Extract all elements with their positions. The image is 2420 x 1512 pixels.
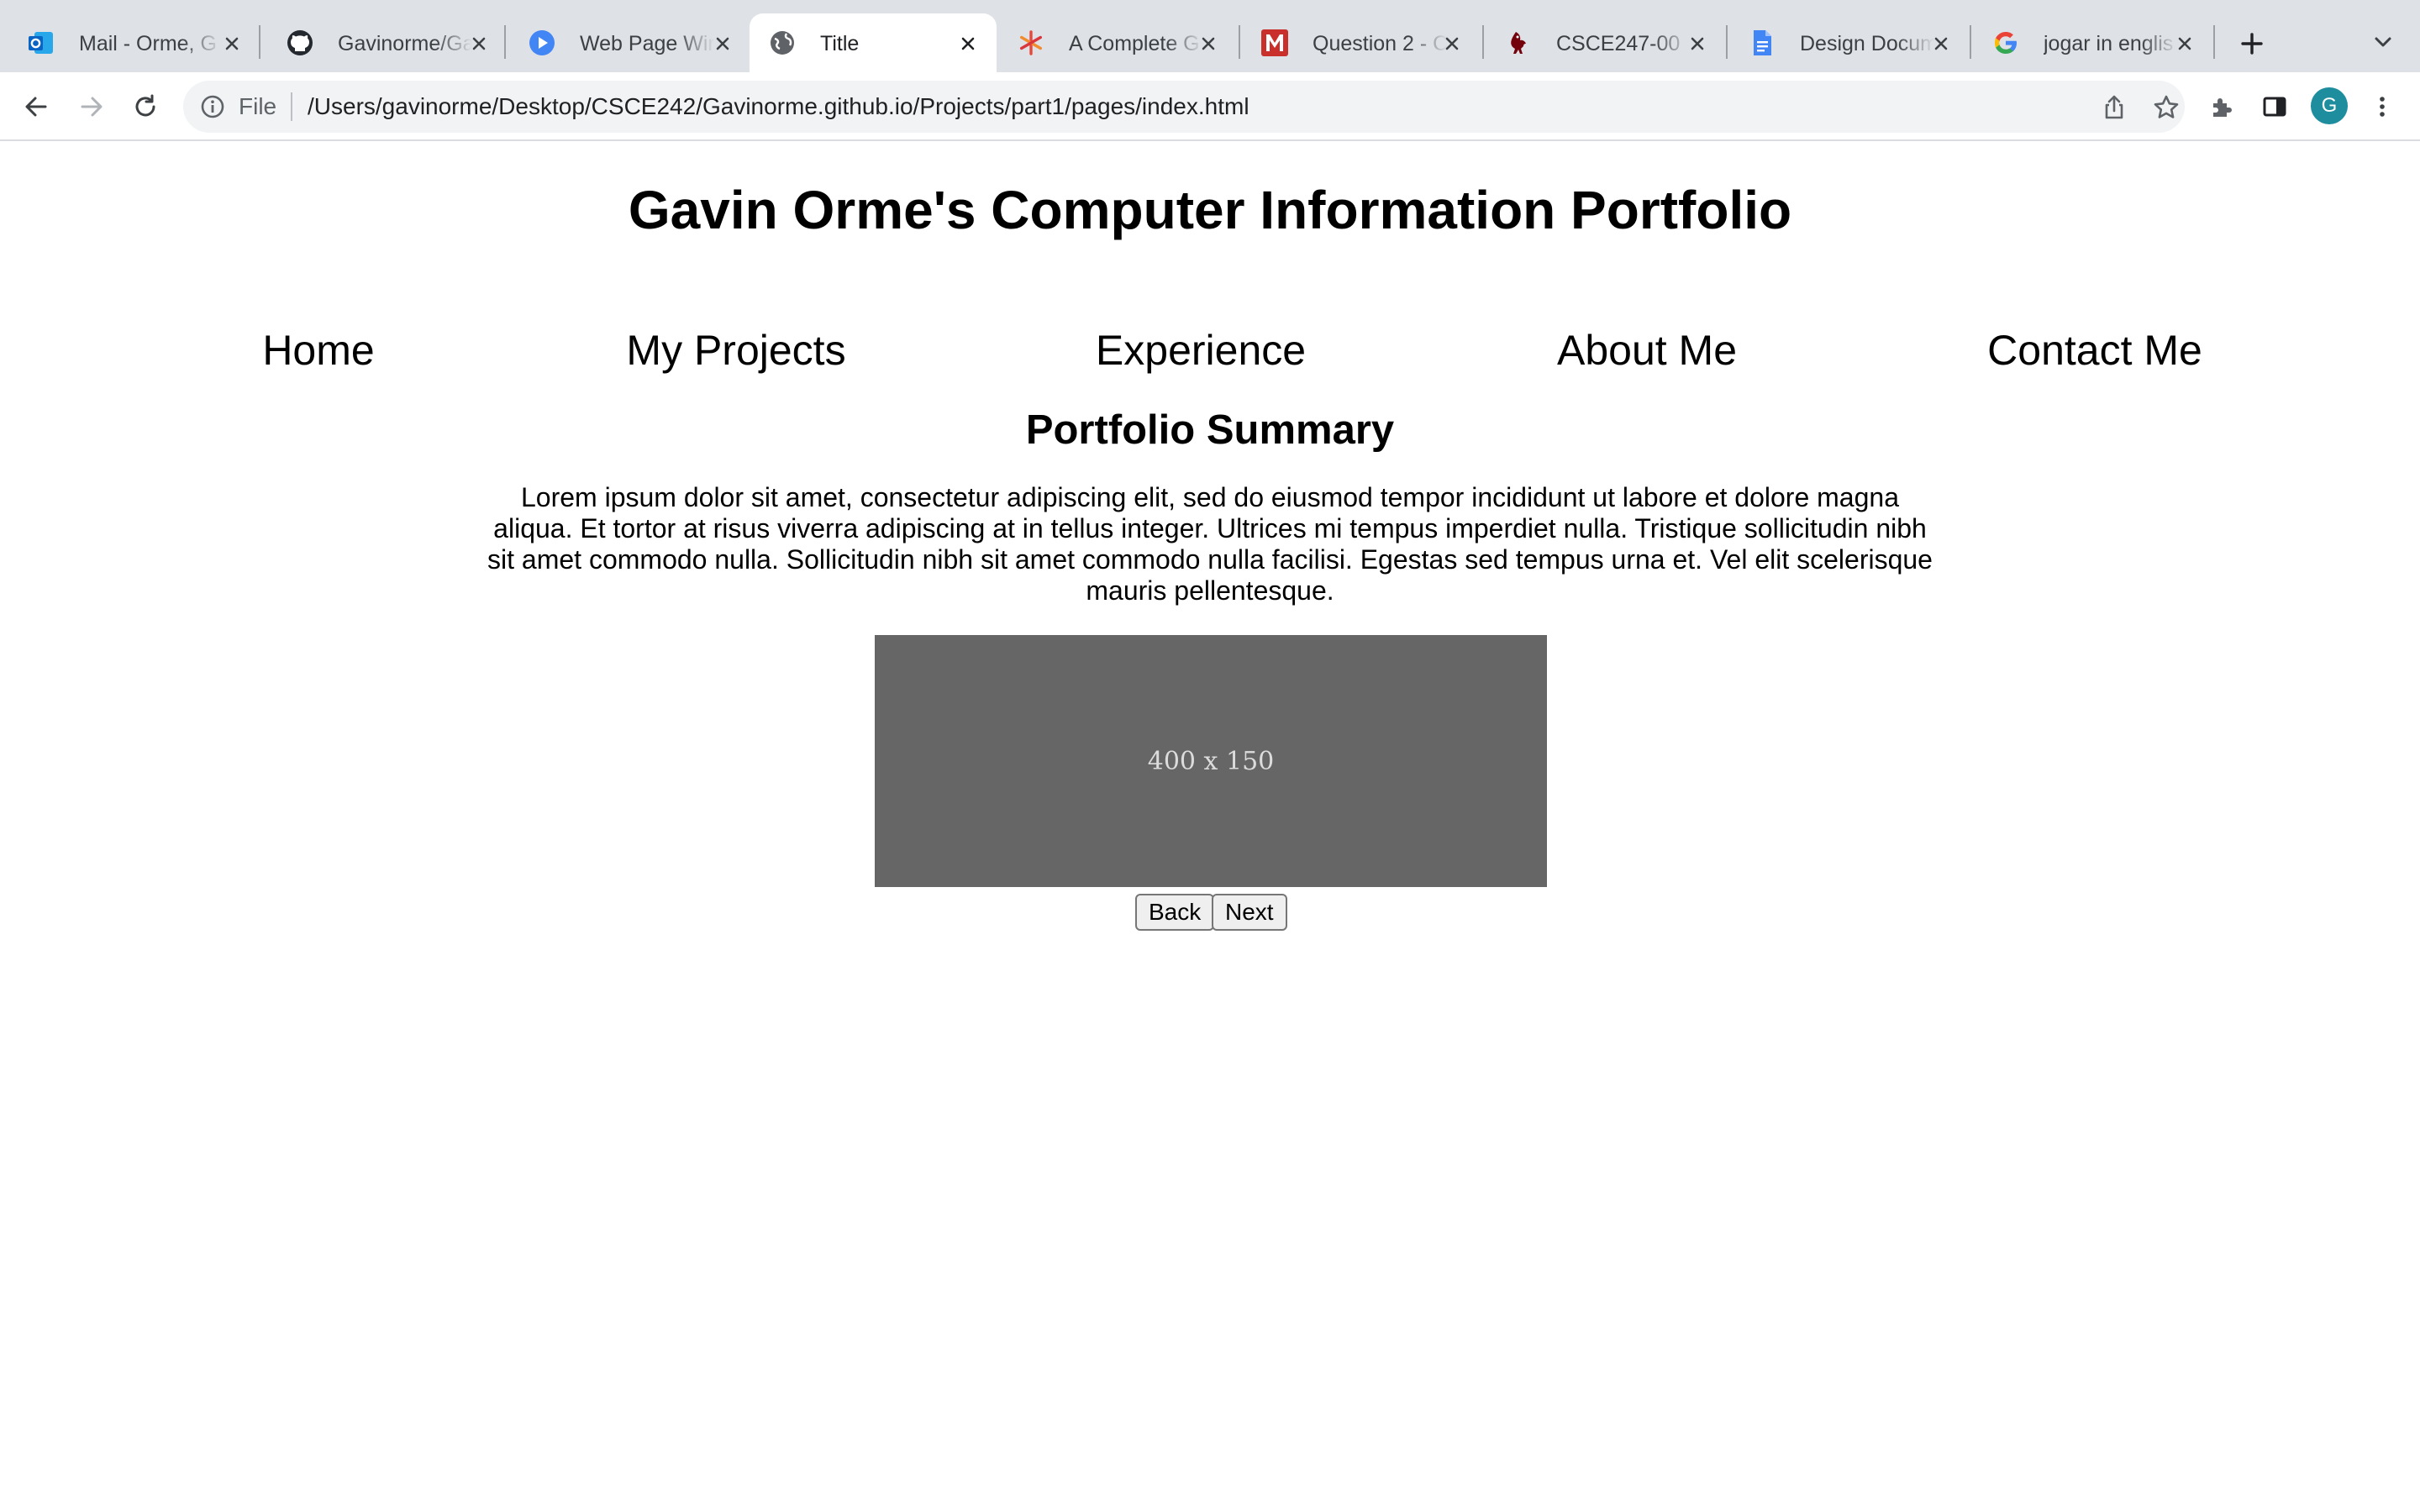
tab-csce247[interactable]: CSCE247-00 <box>1486 13 1724 72</box>
puzzle-icon <box>2213 98 2232 117</box>
tab-title: A Complete G <box>1069 32 1200 55</box>
tab-web-page[interactable]: Web Page Wir <box>509 13 748 72</box>
back-nav-button[interactable] <box>17 87 55 126</box>
tab-title: jogar in englis <box>2044 32 2174 55</box>
scheme-label: File <box>239 93 277 119</box>
tab-title: Gavinorme/Ga <box>338 32 472 55</box>
nav-link-home[interactable]: Home <box>262 321 374 380</box>
close-icon[interactable] <box>1684 30 1711 57</box>
close-icon[interactable] <box>2171 30 2198 57</box>
arrow-left-icon <box>25 97 47 117</box>
main-nav: Home My Projects Experience About Me Con… <box>0 321 2420 380</box>
tab-title: CSCE247-00 <box>1556 32 1681 55</box>
close-icon[interactable] <box>466 30 492 57</box>
tab-separator <box>1239 25 1240 59</box>
placeholder-label: 400 x 150 <box>1147 746 1275 776</box>
side-panel-button[interactable] <box>2255 87 2294 126</box>
github-icon <box>286 29 314 57</box>
side-panel-icon <box>2263 97 2286 117</box>
close-icon[interactable] <box>709 30 736 57</box>
tab-separator <box>1726 25 1728 59</box>
close-icon[interactable] <box>218 30 245 57</box>
menu-button[interactable] <box>2363 87 2402 126</box>
back-button[interactable]: Back <box>1135 894 1215 931</box>
info-icon[interactable] <box>198 92 227 121</box>
close-icon[interactable] <box>955 30 981 57</box>
address-bar[interactable]: File /Users/gavinorme/Desktop/CSCE242/Ga… <box>183 81 2185 133</box>
tab-mail[interactable]: Mail - Orme, G <box>8 13 250 72</box>
forward-nav-button[interactable] <box>72 87 111 126</box>
tab-separator <box>1970 25 1971 59</box>
section-title: Portfolio Summary <box>1025 407 1395 453</box>
nav-link-about-me[interactable]: About Me <box>1557 321 1737 380</box>
close-icon[interactable] <box>1439 30 1465 57</box>
new-tab-button[interactable] <box>2233 25 2270 62</box>
star-icon[interactable] <box>2151 92 2181 123</box>
play-icon <box>528 29 556 57</box>
nav-link-experience[interactable]: Experience <box>1096 321 1306 380</box>
plus-icon <box>2241 33 2263 55</box>
tab-title: Question 2 - C <box>1313 32 1447 55</box>
tab-title: Title <box>820 32 860 55</box>
tab-google-search[interactable]: jogar in englis <box>1973 13 2212 72</box>
gamecock-icon <box>1504 29 1533 57</box>
tab-design-doc[interactable]: Design Docum <box>1729 13 1968 72</box>
extensions-button[interactable] <box>2203 87 2242 126</box>
docs-icon <box>1748 29 1776 57</box>
browser-toolbar: File /Users/gavinorme/Desktop/CSCE242/Ga… <box>0 72 2420 141</box>
tab-separator <box>504 25 506 59</box>
m-logo-icon <box>1260 29 1289 57</box>
close-icon[interactable] <box>1195 30 1222 57</box>
url-text[interactable]: /Users/gavinorme/Desktop/CSCE242/Gavinor… <box>308 92 1249 121</box>
asterisk-icon <box>1017 29 1045 57</box>
avatar[interactable]: G <box>2311 87 2348 124</box>
tab-title-active[interactable]: Title <box>750 13 997 72</box>
outlook-icon <box>27 29 55 57</box>
tab-title: Mail - Orme, G <box>79 32 217 55</box>
tab-question-2[interactable]: Question 2 - C <box>1242 13 1481 72</box>
page-viewport: Gavin Orme's Computer Information Portfo… <box>0 143 2420 1512</box>
tab-title: Design Docum <box>1800 32 1934 55</box>
arrow-right-icon <box>81 97 103 117</box>
reload-button[interactable] <box>126 87 165 126</box>
share-icon[interactable] <box>2099 92 2129 123</box>
scheme-divider <box>291 92 292 121</box>
carousel-controls: Back Next <box>0 894 2420 931</box>
summary-paragraph: Lorem ipsum dolor sit amet, consectetur … <box>487 482 1933 606</box>
tab-title: Web Page Wir <box>580 32 714 55</box>
tab-strip: Mail - Orme, G Gavinorme/Ga Web Page Wir… <box>0 0 2420 72</box>
reload-icon <box>135 94 155 117</box>
image-placeholder: 400 x 150 <box>875 635 1547 887</box>
tab-complete-guide[interactable]: A Complete G <box>998 13 1237 72</box>
kebab-menu-icon <box>2380 97 2385 117</box>
globe-icon <box>768 29 797 57</box>
google-icon <box>1991 29 2020 57</box>
nav-link-my-projects[interactable]: My Projects <box>626 321 845 380</box>
page-title: Gavin Orme's Computer Information Portfo… <box>628 180 1792 240</box>
tab-search-button[interactable] <box>2366 25 2400 59</box>
tab-separator <box>1482 25 1484 59</box>
tab-github[interactable]: Gavinorme/Ga <box>267 13 502 72</box>
tab-separator <box>259 25 260 59</box>
chevron-down-icon <box>2375 37 2391 47</box>
close-icon[interactable] <box>1928 30 1954 57</box>
nav-link-contact-me[interactable]: Contact Me <box>1987 321 2202 380</box>
next-button[interactable]: Next <box>1212 894 1287 931</box>
tab-separator <box>2213 25 2215 59</box>
